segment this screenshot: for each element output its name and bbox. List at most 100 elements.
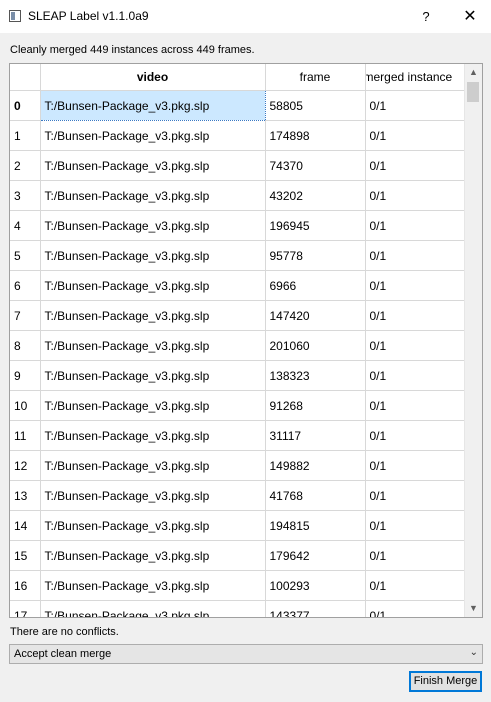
row-index-header[interactable]: 4	[10, 210, 41, 241]
merged-instance-cell[interactable]: 0/1	[365, 270, 465, 301]
merged-instance-cell[interactable]: 0/1	[365, 150, 465, 181]
frame-cell[interactable]: 147420	[265, 300, 366, 331]
table-row[interactable]: 14 T:/Bunsen-Package_v3.pkg.slp 194815 0/1	[10, 510, 465, 541]
merged-instance-cell[interactable]: 0/1	[365, 120, 465, 151]
video-cell[interactable]: T:/Bunsen-Package_v3.pkg.slp	[40, 480, 266, 511]
scroll-up-arrow-icon[interactable]: ▲	[465, 64, 482, 81]
video-cell[interactable]: T:/Bunsen-Package_v3.pkg.slp	[40, 150, 266, 181]
frame-cell[interactable]: 41768	[265, 480, 366, 511]
table-row[interactable]: 3 T:/Bunsen-Package_v3.pkg.slp 43202 0/1	[10, 180, 465, 211]
video-cell[interactable]: T:/Bunsen-Package_v3.pkg.slp	[40, 300, 266, 331]
video-cell[interactable]: T:/Bunsen-Package_v3.pkg.slp	[40, 390, 266, 421]
frame-cell[interactable]: 179642	[265, 540, 366, 571]
table-row[interactable]: 16 T:/Bunsen-Package_v3.pkg.slp 100293 0/1	[10, 570, 465, 601]
merged-instance-cell[interactable]: 0/1	[365, 360, 465, 391]
merged-instance-cell[interactable]: 0/1	[365, 390, 465, 421]
merged-instance-cell[interactable]: 0/1	[365, 180, 465, 211]
merged-instance-cell[interactable]: 0/1	[365, 90, 465, 121]
frame-cell[interactable]: 91268	[265, 390, 366, 421]
merged-instance-cell[interactable]: 0/1	[365, 480, 465, 511]
finish-merge-button[interactable]: Finish Merge	[409, 671, 482, 692]
frame-cell[interactable]: 31117	[265, 420, 366, 451]
row-index-header[interactable]: 5	[10, 240, 41, 271]
row-index-header[interactable]: 15	[10, 540, 41, 571]
table-row[interactable]: 9 T:/Bunsen-Package_v3.pkg.slp 138323 0/1	[10, 360, 465, 391]
table-row[interactable]: 8 T:/Bunsen-Package_v3.pkg.slp 201060 0/1	[10, 330, 465, 361]
frame-cell[interactable]: 58805	[265, 90, 366, 121]
row-index-header[interactable]: 16	[10, 570, 41, 601]
row-index-header[interactable]: 0	[10, 90, 41, 121]
row-index-header[interactable]: 8	[10, 330, 41, 361]
merged-instance-cell[interactable]: 0/1	[365, 510, 465, 541]
row-index-header[interactable]: 3	[10, 180, 41, 211]
frame-cell[interactable]: 149882	[265, 450, 366, 481]
merged-instance-cell[interactable]: 0/1	[365, 240, 465, 271]
video-cell[interactable]: T:/Bunsen-Package_v3.pkg.slp	[40, 240, 266, 271]
frame-cell[interactable]: 143377	[265, 600, 366, 617]
video-cell[interactable]: T:/Bunsen-Package_v3.pkg.slp	[40, 120, 266, 151]
merged-instances-table[interactable]: video frame merged instance 0 T:/Bunsen-P…	[9, 63, 483, 618]
video-cell[interactable]: T:/Bunsen-Package_v3.pkg.slp	[40, 330, 266, 361]
table-row[interactable]: 7 T:/Bunsen-Package_v3.pkg.slp 147420 0/1	[10, 300, 465, 331]
table-row[interactable]: 1 T:/Bunsen-Package_v3.pkg.slp 174898 0/1	[10, 120, 465, 151]
table-row[interactable]: 12 T:/Bunsen-Package_v3.pkg.slp 149882 0/1	[10, 450, 465, 481]
table-row[interactable]: 13 T:/Bunsen-Package_v3.pkg.slp 41768 0/1	[10, 480, 465, 511]
video-cell[interactable]: T:/Bunsen-Package_v3.pkg.slp	[40, 600, 266, 617]
column-header-merged-instance[interactable]: merged instance	[365, 64, 465, 91]
merge-method-dropdown[interactable]: Accept clean merge ⌄	[9, 644, 483, 664]
row-index-header[interactable]: 13	[10, 480, 41, 511]
merged-instance-cell[interactable]: 0/1	[365, 450, 465, 481]
video-cell[interactable]: T:/Bunsen-Package_v3.pkg.slp	[40, 210, 266, 241]
row-index-header[interactable]: 10	[10, 390, 41, 421]
video-cell[interactable]: T:/Bunsen-Package_v3.pkg.slp	[40, 510, 266, 541]
merged-instance-cell[interactable]: 0/1	[365, 300, 465, 331]
video-cell[interactable]: T:/Bunsen-Package_v3.pkg.slp	[40, 360, 266, 391]
title-bar[interactable]: SLEAP Label v1.1.0a9 ? ✕	[0, 0, 491, 33]
video-cell[interactable]: T:/Bunsen-Package_v3.pkg.slp	[40, 540, 266, 571]
table-row[interactable]: 2 T:/Bunsen-Package_v3.pkg.slp 74370 0/1	[10, 150, 465, 181]
frame-cell[interactable]: 194815	[265, 510, 366, 541]
table-row[interactable]: 4 T:/Bunsen-Package_v3.pkg.slp 196945 0/1	[10, 210, 465, 241]
merged-instance-cell[interactable]: 0/1	[365, 570, 465, 601]
frame-cell[interactable]: 174898	[265, 120, 366, 151]
table-corner[interactable]	[10, 64, 41, 91]
merged-instance-cell[interactable]: 0/1	[365, 600, 465, 617]
row-index-header[interactable]: 6	[10, 270, 41, 301]
row-index-header[interactable]: 1	[10, 120, 41, 151]
row-index-header[interactable]: 12	[10, 450, 41, 481]
frame-cell[interactable]: 95778	[265, 240, 366, 271]
frame-cell[interactable]: 43202	[265, 180, 366, 211]
table-row[interactable]: 0 T:/Bunsen-Package_v3.pkg.slp 58805 0/1	[10, 90, 465, 121]
row-index-header[interactable]: 9	[10, 360, 41, 391]
frame-cell[interactable]: 74370	[265, 150, 366, 181]
row-index-header[interactable]: 17	[10, 600, 41, 617]
table-row[interactable]: 10 T:/Bunsen-Package_v3.pkg.slp 91268 0/1	[10, 390, 465, 421]
video-cell[interactable]: T:/Bunsen-Package_v3.pkg.slp	[40, 570, 266, 601]
column-header-video[interactable]: video	[40, 64, 266, 91]
column-header-frame[interactable]: frame	[265, 64, 366, 91]
video-cell[interactable]: T:/Bunsen-Package_v3.pkg.slp	[40, 180, 266, 211]
row-index-header[interactable]: 2	[10, 150, 41, 181]
scrollbar-thumb[interactable]	[467, 82, 479, 102]
frame-cell[interactable]: 6966	[265, 270, 366, 301]
help-button[interactable]: ?	[411, 6, 441, 28]
frame-cell[interactable]: 196945	[265, 210, 366, 241]
merged-instance-cell[interactable]: 0/1	[365, 540, 465, 571]
frame-cell[interactable]: 100293	[265, 570, 366, 601]
table-row[interactable]: 6 T:/Bunsen-Package_v3.pkg.slp 6966 0/1	[10, 270, 465, 301]
row-index-header[interactable]: 7	[10, 300, 41, 331]
table-row[interactable]: 17 T:/Bunsen-Package_v3.pkg.slp 143377 0/1	[10, 600, 465, 617]
table-row[interactable]: 5 T:/Bunsen-Package_v3.pkg.slp 95778 0/1	[10, 240, 465, 271]
frame-cell[interactable]: 201060	[265, 330, 366, 361]
close-button[interactable]: ✕	[455, 6, 485, 28]
merged-instance-cell[interactable]: 0/1	[365, 420, 465, 451]
table-row[interactable]: 11 T:/Bunsen-Package_v3.pkg.slp 31117 0/1	[10, 420, 465, 451]
merged-instance-cell[interactable]: 0/1	[365, 210, 465, 241]
scroll-down-arrow-icon[interactable]: ▼	[465, 600, 482, 617]
video-cell[interactable]: T:/Bunsen-Package_v3.pkg.slp	[40, 270, 266, 301]
vertical-scrollbar[interactable]: ▲ ▼	[464, 64, 482, 617]
video-cell[interactable]: T:/Bunsen-Package_v3.pkg.slp	[39, 90, 266, 121]
table-row[interactable]: 15 T:/Bunsen-Package_v3.pkg.slp 179642 0/1	[10, 540, 465, 571]
video-cell[interactable]: T:/Bunsen-Package_v3.pkg.slp	[40, 450, 266, 481]
merged-instance-cell[interactable]: 0/1	[365, 330, 465, 361]
